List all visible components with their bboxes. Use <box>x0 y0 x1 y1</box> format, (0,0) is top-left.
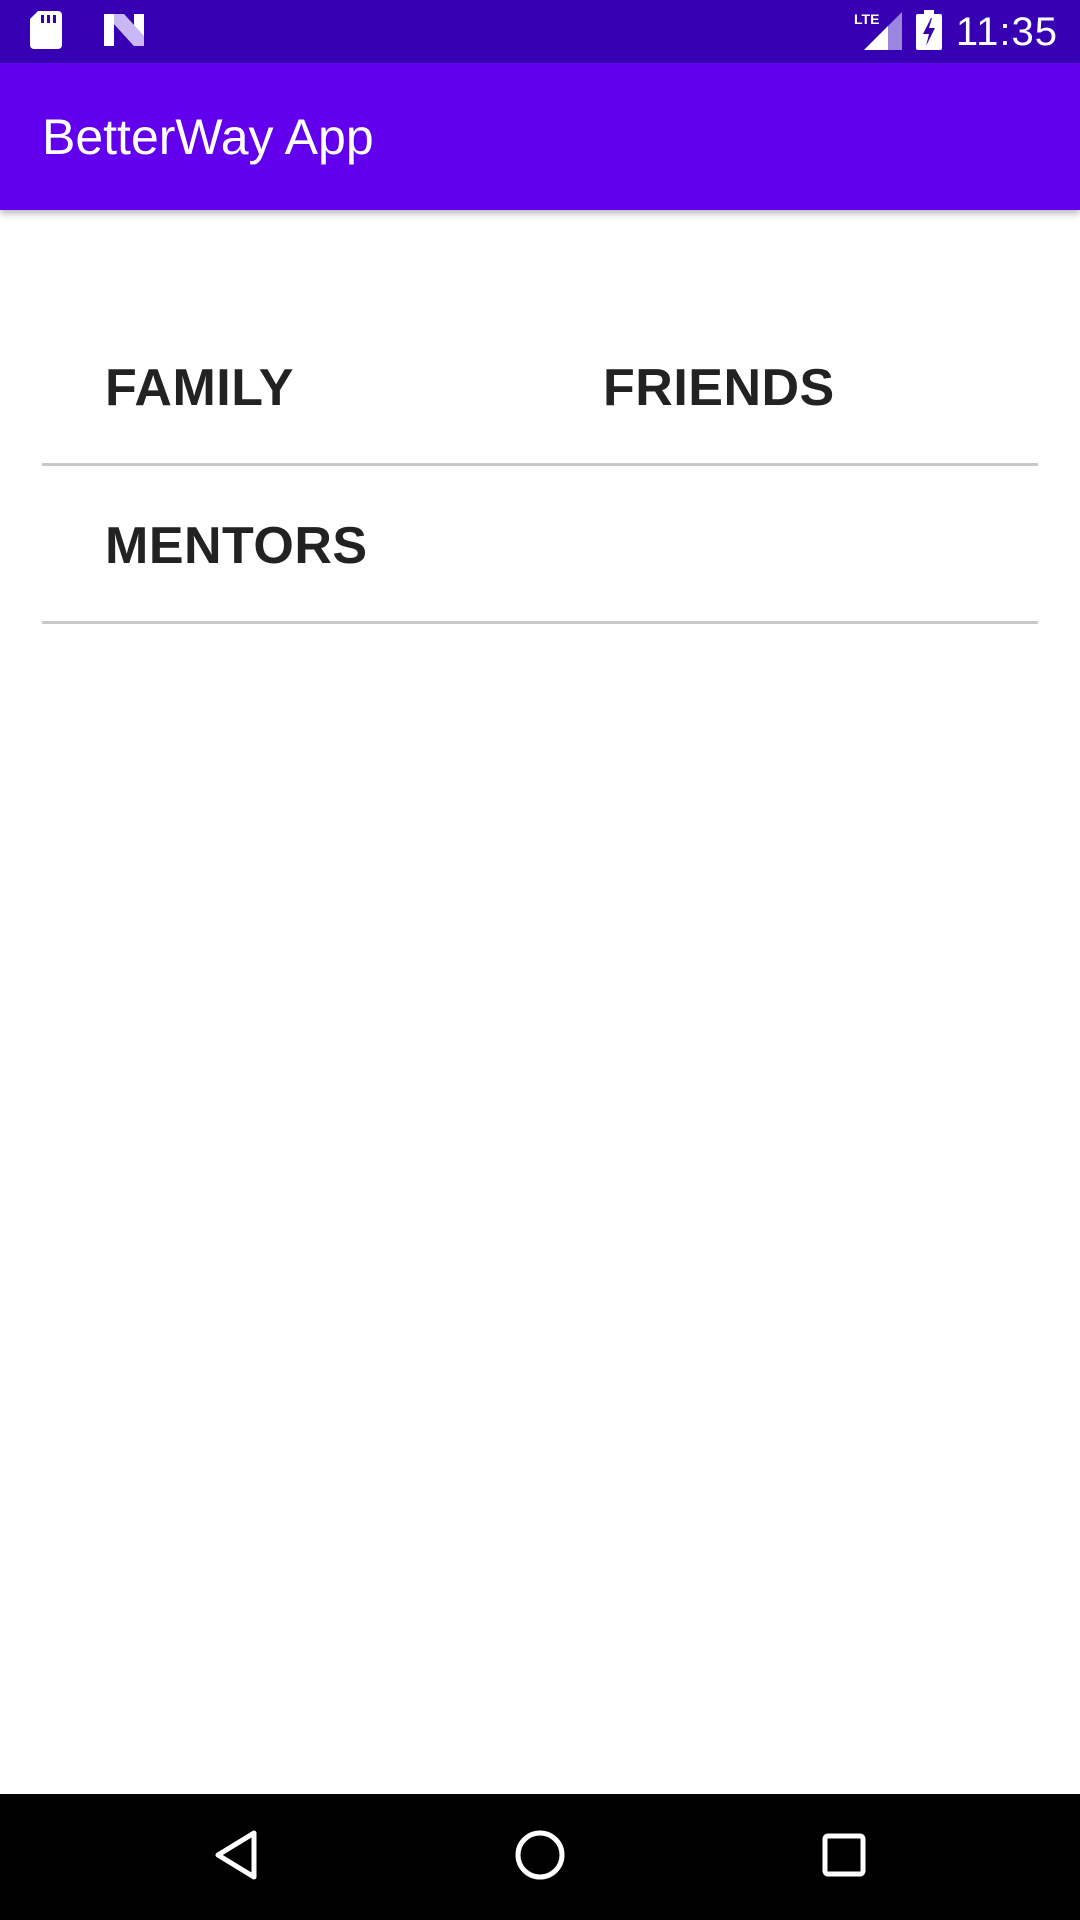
sd-card-icon <box>30 10 62 54</box>
category-row: MENTORS <box>42 468 1038 624</box>
status-time: 11:35 <box>955 10 1058 54</box>
navigation-bar <box>0 1794 1080 1920</box>
status-left-icons <box>30 10 144 54</box>
recents-icon <box>821 1832 867 1883</box>
lte-label: LTE <box>854 11 879 27</box>
status-bar: LTE 11:35 <box>0 0 1080 63</box>
app-bar: BetterWay App <box>0 63 1080 210</box>
row-divider <box>42 621 1038 624</box>
category-mentors[interactable]: MENTORS <box>105 468 368 624</box>
category-family[interactable]: FAMILY <box>105 310 294 466</box>
screen: LTE 11:35 BetterWay App FAMILY FRIENDS M… <box>0 0 1080 1920</box>
category-row: FAMILY FRIENDS <box>42 310 1038 466</box>
back-button[interactable] <box>201 1822 271 1892</box>
n-logo-icon <box>104 13 144 51</box>
category-list: FAMILY FRIENDS MENTORS <box>0 210 1080 1794</box>
battery-charging-icon <box>915 9 942 55</box>
lte-signal-icon: LTE <box>854 10 902 55</box>
recents-button[interactable] <box>809 1822 879 1892</box>
back-icon <box>212 1829 260 1886</box>
home-button[interactable] <box>505 1822 575 1892</box>
row-divider <box>42 463 1038 466</box>
app-title: BetterWay App <box>42 109 374 165</box>
home-icon <box>514 1829 566 1886</box>
status-right-icons: LTE 11:35 <box>854 8 1058 56</box>
category-friends[interactable]: FRIENDS <box>603 310 835 466</box>
